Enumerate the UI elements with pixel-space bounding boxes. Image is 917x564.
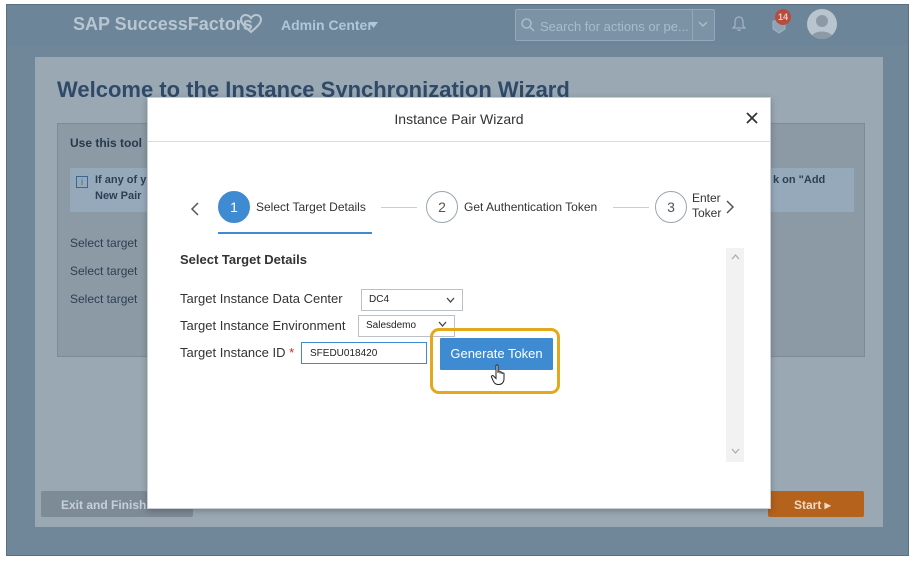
info-text-right: k on "Add bbox=[773, 174, 826, 186]
step-2-indicator[interactable]: 2 bbox=[426, 191, 458, 223]
instance-id-input[interactable]: SFEDU018420 bbox=[301, 342, 427, 364]
step-1-indicator[interactable]: 1 bbox=[218, 191, 250, 223]
instance-id-label-text: Target Instance ID bbox=[180, 345, 286, 360]
bell-icon[interactable] bbox=[732, 16, 746, 32]
environment-value: Salesdemo bbox=[366, 320, 417, 331]
dialog-header: Instance Pair Wizard bbox=[148, 98, 770, 142]
active-step-underline bbox=[218, 232, 372, 234]
chevron-left-icon[interactable] bbox=[190, 202, 200, 216]
avatar[interactable] bbox=[807, 9, 837, 39]
step-2-label[interactable]: Get Authentication Token bbox=[464, 200, 597, 214]
vertical-scrollbar[interactable] bbox=[726, 248, 744, 462]
info-text-line1: If any of y bbox=[95, 174, 147, 186]
hand-cursor-icon bbox=[490, 364, 505, 385]
step-3-label-line2[interactable]: Toker bbox=[692, 206, 721, 220]
app-screen: SAP SuccessFactors Admin Center Search f… bbox=[6, 4, 909, 556]
instance-id-label: Target Instance ID * bbox=[180, 345, 294, 360]
info-icon: i bbox=[76, 176, 88, 188]
step-connector bbox=[381, 207, 417, 208]
scroll-up-icon[interactable] bbox=[731, 254, 740, 260]
data-center-value: DC4 bbox=[369, 294, 390, 305]
caret-down-icon bbox=[369, 22, 378, 28]
select-target-row: Select target bbox=[70, 292, 138, 306]
data-center-label: Target Instance Data Center bbox=[180, 291, 343, 306]
shell-bar: SAP SuccessFactors Admin Center Search f… bbox=[7, 5, 908, 45]
select-target-row: Select target bbox=[70, 236, 138, 250]
search-field[interactable]: Search for actions or pe... bbox=[515, 9, 715, 41]
notification-badge: 14 bbox=[775, 9, 791, 25]
close-icon[interactable] bbox=[744, 110, 760, 126]
chevron-down-icon bbox=[446, 297, 455, 303]
chevron-right-icon[interactable] bbox=[725, 200, 735, 214]
admin-center-menu[interactable]: Admin Center bbox=[281, 17, 373, 33]
select-target-row: Select target bbox=[70, 264, 138, 278]
start-button[interactable]: Start ▸ bbox=[768, 491, 864, 517]
search-icon bbox=[521, 18, 535, 32]
dialog-title: Instance Pair Wizard bbox=[394, 111, 524, 127]
step-3-indicator[interactable]: 3 bbox=[655, 191, 687, 223]
info-text-line2: New Pair bbox=[95, 190, 142, 202]
scroll-down-icon[interactable] bbox=[731, 448, 740, 454]
chevron-down-icon bbox=[438, 321, 447, 327]
data-center-select[interactable]: DC4 bbox=[361, 289, 463, 311]
search-placeholder: Search for actions or pe... bbox=[540, 19, 689, 34]
user-icon bbox=[810, 15, 834, 39]
step-connector bbox=[613, 207, 649, 208]
chevron-down-icon bbox=[698, 21, 708, 28]
instance-pair-wizard-dialog: Instance Pair Wizard 1 Select Target Det… bbox=[147, 97, 771, 509]
step-3-label-line1[interactable]: Enter bbox=[692, 191, 721, 205]
required-indicator: * bbox=[289, 345, 295, 360]
search-dropdown-button[interactable] bbox=[692, 10, 714, 40]
section-title: Select Target Details bbox=[180, 252, 307, 267]
wizard-stepper: 1 Select Target Details 2 Get Authentica… bbox=[176, 184, 736, 234]
step-1-label[interactable]: Select Target Details bbox=[256, 200, 366, 214]
heart-icon bbox=[240, 14, 262, 34]
card-heading: Use this tool bbox=[70, 136, 143, 150]
environment-label: Target Instance Environment bbox=[180, 318, 346, 333]
brand-logo[interactable]: SAP SuccessFactors bbox=[73, 14, 253, 35]
